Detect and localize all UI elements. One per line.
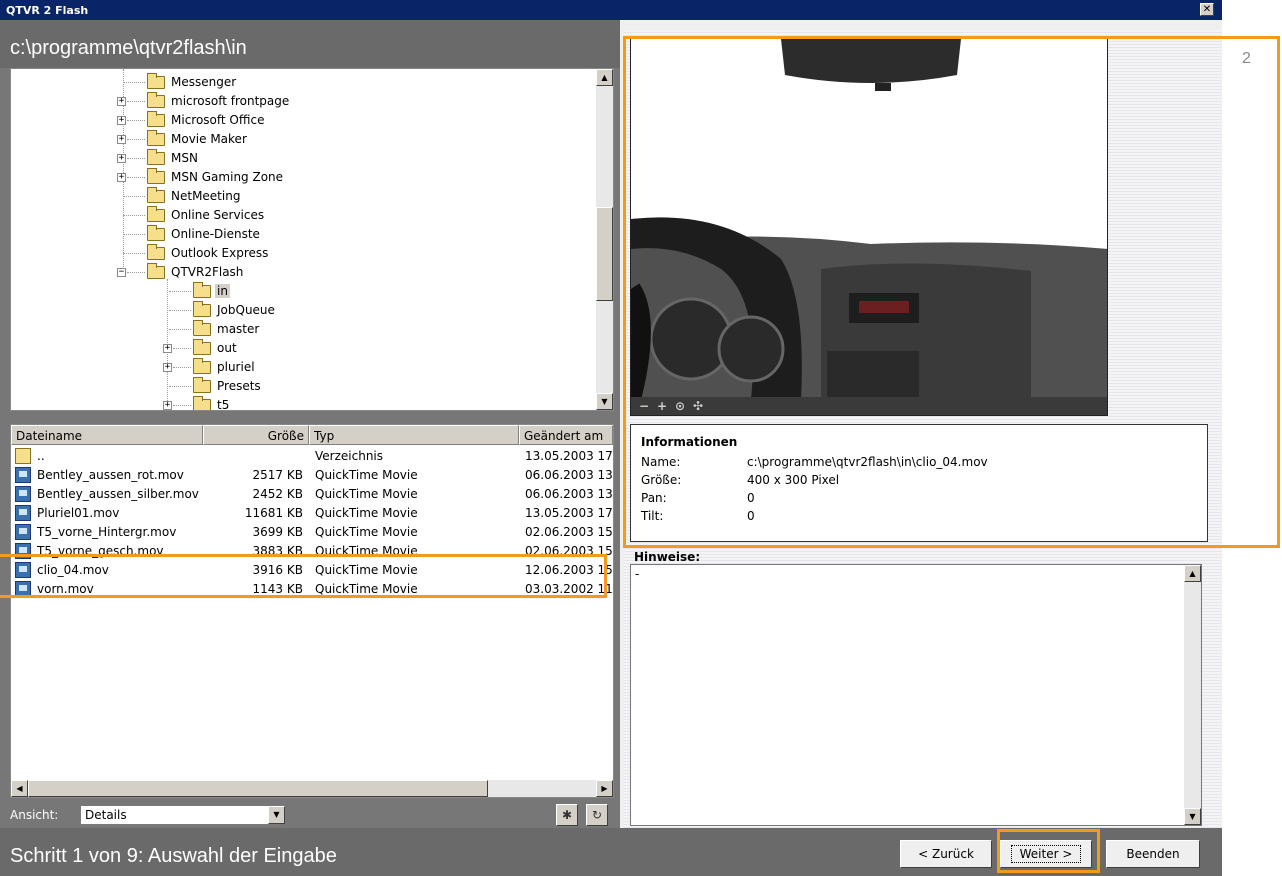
folder-icon xyxy=(193,301,211,317)
collapse-minus-icon[interactable]: − xyxy=(117,268,126,277)
current-path: c:\programme\qtvr2flash\in xyxy=(0,20,620,68)
folder-icon xyxy=(147,130,165,146)
close-icon[interactable]: ✕ xyxy=(1200,3,1214,16)
expand-plus-icon[interactable]: + xyxy=(117,135,126,144)
file-row[interactable]: Pluriel01.mov 11681 KB QuickTime Movie 1… xyxy=(11,504,613,523)
file-row[interactable]: Bentley_aussen_silber.mov 2452 KB QuickT… xyxy=(11,485,613,504)
folder-tree[interactable]: Messenger + microsoft frontpage + Micros… xyxy=(10,68,614,411)
column-header-name[interactable]: Dateiname xyxy=(11,425,203,445)
folder-icon xyxy=(193,358,211,374)
expand-plus-icon[interactable]: + xyxy=(117,116,126,125)
folder-icon xyxy=(147,168,165,184)
highlight-next-button xyxy=(997,829,1100,873)
open-folder-icon xyxy=(193,282,211,298)
folder-icon xyxy=(193,320,211,336)
file-row[interactable]: .. Verzeichnis 13.05.2003 17 xyxy=(11,447,613,466)
folder-icon xyxy=(147,73,165,89)
notes-textarea[interactable]: - ▲ ▼ xyxy=(630,564,1202,826)
step-indicator: Schritt 1 von 9: Auswahl der Eingabe xyxy=(10,845,337,867)
view-label: Ansicht: xyxy=(10,808,59,822)
scroll-up-icon[interactable]: ▲ xyxy=(1184,565,1201,582)
new-folder-icon[interactable]: ✱ xyxy=(556,804,578,826)
quicktime-file-icon xyxy=(15,524,31,540)
annotation-number: 2 xyxy=(1242,50,1251,67)
chevron-down-icon[interactable]: ▼ xyxy=(268,806,285,824)
scroll-right-icon[interactable]: ▶ xyxy=(596,780,613,797)
title-bar: QTVR 2 Flash ✕ xyxy=(0,0,1222,20)
folder-icon xyxy=(193,339,211,355)
highlight-selected-file xyxy=(0,554,607,598)
folder-icon xyxy=(147,92,165,108)
folder-icon xyxy=(147,149,165,165)
expand-plus-icon[interactable]: + xyxy=(117,97,126,106)
folder-icon xyxy=(147,244,165,260)
scroll-down-icon[interactable]: ▼ xyxy=(596,393,613,410)
file-list[interactable]: Dateiname Größe Typ Geändert am .. Verze… xyxy=(10,424,614,798)
view-select[interactable]: Details ▼ xyxy=(80,805,286,825)
file-row[interactable]: Bentley_aussen_rot.mov 2517 KB QuickTime… xyxy=(11,466,613,485)
column-header-modified[interactable]: Geändert am xyxy=(519,425,613,445)
expand-plus-icon[interactable]: + xyxy=(163,344,172,353)
back-button[interactable]: < Zurück xyxy=(900,840,992,868)
folder-icon xyxy=(147,187,165,203)
notes-label: Hinweise: xyxy=(634,550,701,564)
window-title: QTVR 2 Flash xyxy=(6,4,89,17)
expand-plus-icon[interactable]: + xyxy=(117,154,126,163)
folder-icon xyxy=(147,206,165,222)
scroll-down-icon[interactable]: ▼ xyxy=(1184,808,1201,825)
quicktime-file-icon xyxy=(15,505,31,521)
view-bar: Ansicht: Details ▼ ✱ ↻ xyxy=(10,802,614,826)
refresh-icon[interactable]: ↻ xyxy=(586,804,608,826)
finish-button[interactable]: Beenden xyxy=(1106,840,1200,868)
scroll-left-icon[interactable]: ◀ xyxy=(11,780,28,797)
column-header-size[interactable]: Größe xyxy=(203,425,309,445)
file-row[interactable]: T5_vorne_Hintergr.mov 3699 KB QuickTime … xyxy=(11,523,613,542)
open-folder-icon xyxy=(147,263,165,279)
notes-vertical-scrollbar[interactable]: ▲ ▼ xyxy=(1184,565,1201,825)
folder-icon xyxy=(193,377,211,393)
expand-plus-icon[interactable]: + xyxy=(117,173,126,182)
column-header-type[interactable]: Typ xyxy=(309,425,519,445)
folder-icon xyxy=(147,225,165,241)
highlight-preview-area xyxy=(623,36,1280,548)
expand-plus-icon[interactable]: + xyxy=(163,363,172,372)
expand-plus-icon[interactable]: + xyxy=(163,401,172,410)
file-list-horizontal-scrollbar[interactable]: ◀ ▶ xyxy=(11,780,613,797)
scroll-thumb[interactable] xyxy=(596,207,613,301)
folder-icon xyxy=(193,396,211,410)
quicktime-file-icon xyxy=(15,486,31,502)
folder-up-icon xyxy=(15,448,31,464)
tree-vertical-scrollbar[interactable]: ▲ ▼ xyxy=(596,69,613,410)
scroll-thumb[interactable] xyxy=(28,780,488,797)
folder-icon xyxy=(147,111,165,127)
quicktime-file-icon xyxy=(15,467,31,483)
scroll-up-icon[interactable]: ▲ xyxy=(596,69,613,86)
